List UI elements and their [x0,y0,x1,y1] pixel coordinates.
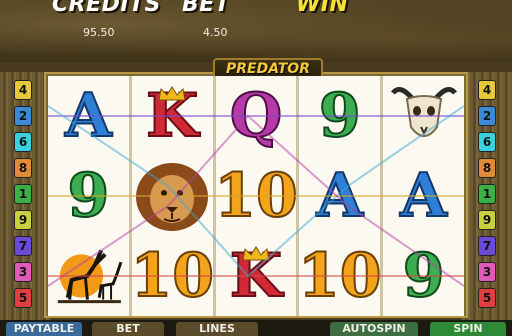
symbol-10: 10 [129,236,214,316]
reel-4: 9 A 10 [297,76,383,316]
symbol-q: Q [216,76,297,156]
symbol-a: A [299,156,380,236]
symbol-text: A [316,161,365,231]
symbol-text: 10 [297,241,382,311]
line-marker-4[interactable]: 4 [14,80,32,100]
line-marker-8[interactable]: 8 [478,158,496,178]
line-marker-4[interactable]: 4 [478,80,496,100]
symbol-text: Q [229,81,283,151]
symbol-text: 9 [402,241,446,311]
bet-label: BET [182,0,231,17]
credits-value: 95.50 [83,26,115,39]
reel-area: A9 K 10 Q 10 K 9 A 10 A9 [48,76,464,316]
symbol-9: 9 [383,236,464,316]
line-marker-6[interactable]: 6 [478,132,496,152]
line-marker-1[interactable]: 1 [478,184,496,204]
autospin-button[interactable]: AUTOSPIN [330,322,418,336]
paytable-button[interactable]: PAYTABLE [6,322,82,336]
reel-1: A9 [48,76,129,316]
crown-icon [242,246,270,261]
right-line-markers: 4 2 6 8 1 9 7 3 5 [478,80,498,314]
crown-icon [158,86,186,101]
line-marker-5[interactable]: 5 [14,288,32,308]
symbol-text: 10 [129,241,214,311]
line-marker-9[interactable]: 9 [478,210,496,230]
line-marker-5[interactable]: 5 [478,288,496,308]
symbol-text: A [64,81,113,151]
left-line-markers: 4 2 6 8 1 9 7 3 5 [14,80,34,314]
win-label: WIN [296,0,349,17]
credits-label: CREDITS [52,0,161,17]
symbol-antelope-icon [48,236,129,316]
line-marker-2[interactable]: 2 [14,106,32,126]
symbol-9: 9 [48,156,129,236]
symbol-text: A [399,161,448,231]
symbol-text: 9 [318,81,362,151]
symbol-buffalo-skull-icon [383,76,464,156]
line-marker-1[interactable]: 1 [14,184,32,204]
spin-button[interactable]: SPIN [430,322,506,336]
line-marker-2[interactable]: 2 [478,106,496,126]
bet-value: 4.50 [203,26,228,39]
line-marker-3[interactable]: 3 [14,262,32,282]
symbol-a: A [48,76,129,156]
bet-button[interactable]: BET [92,322,164,336]
line-marker-9[interactable]: 9 [14,210,32,230]
symbol-k: K [216,236,297,316]
symbol-9: 9 [299,76,380,156]
line-marker-7[interactable]: 7 [478,236,496,256]
reel-2: K 10 [129,76,215,316]
symbol-10: 10 [213,156,298,236]
lines-button[interactable]: LINES [176,322,258,336]
line-marker-3[interactable]: 3 [478,262,496,282]
symbol-a: A [383,156,464,236]
line-marker-8[interactable]: 8 [14,158,32,178]
reel-5: A9 [383,76,464,316]
line-marker-6[interactable]: 6 [14,132,32,152]
symbol-k: K [132,76,213,156]
reel-3: Q 10 K [213,76,299,316]
symbol-text: 10 [213,161,298,231]
symbol-lion-icon [132,156,213,236]
symbol-10: 10 [297,236,382,316]
symbol-text: 9 [67,161,111,231]
line-marker-7[interactable]: 7 [14,236,32,256]
